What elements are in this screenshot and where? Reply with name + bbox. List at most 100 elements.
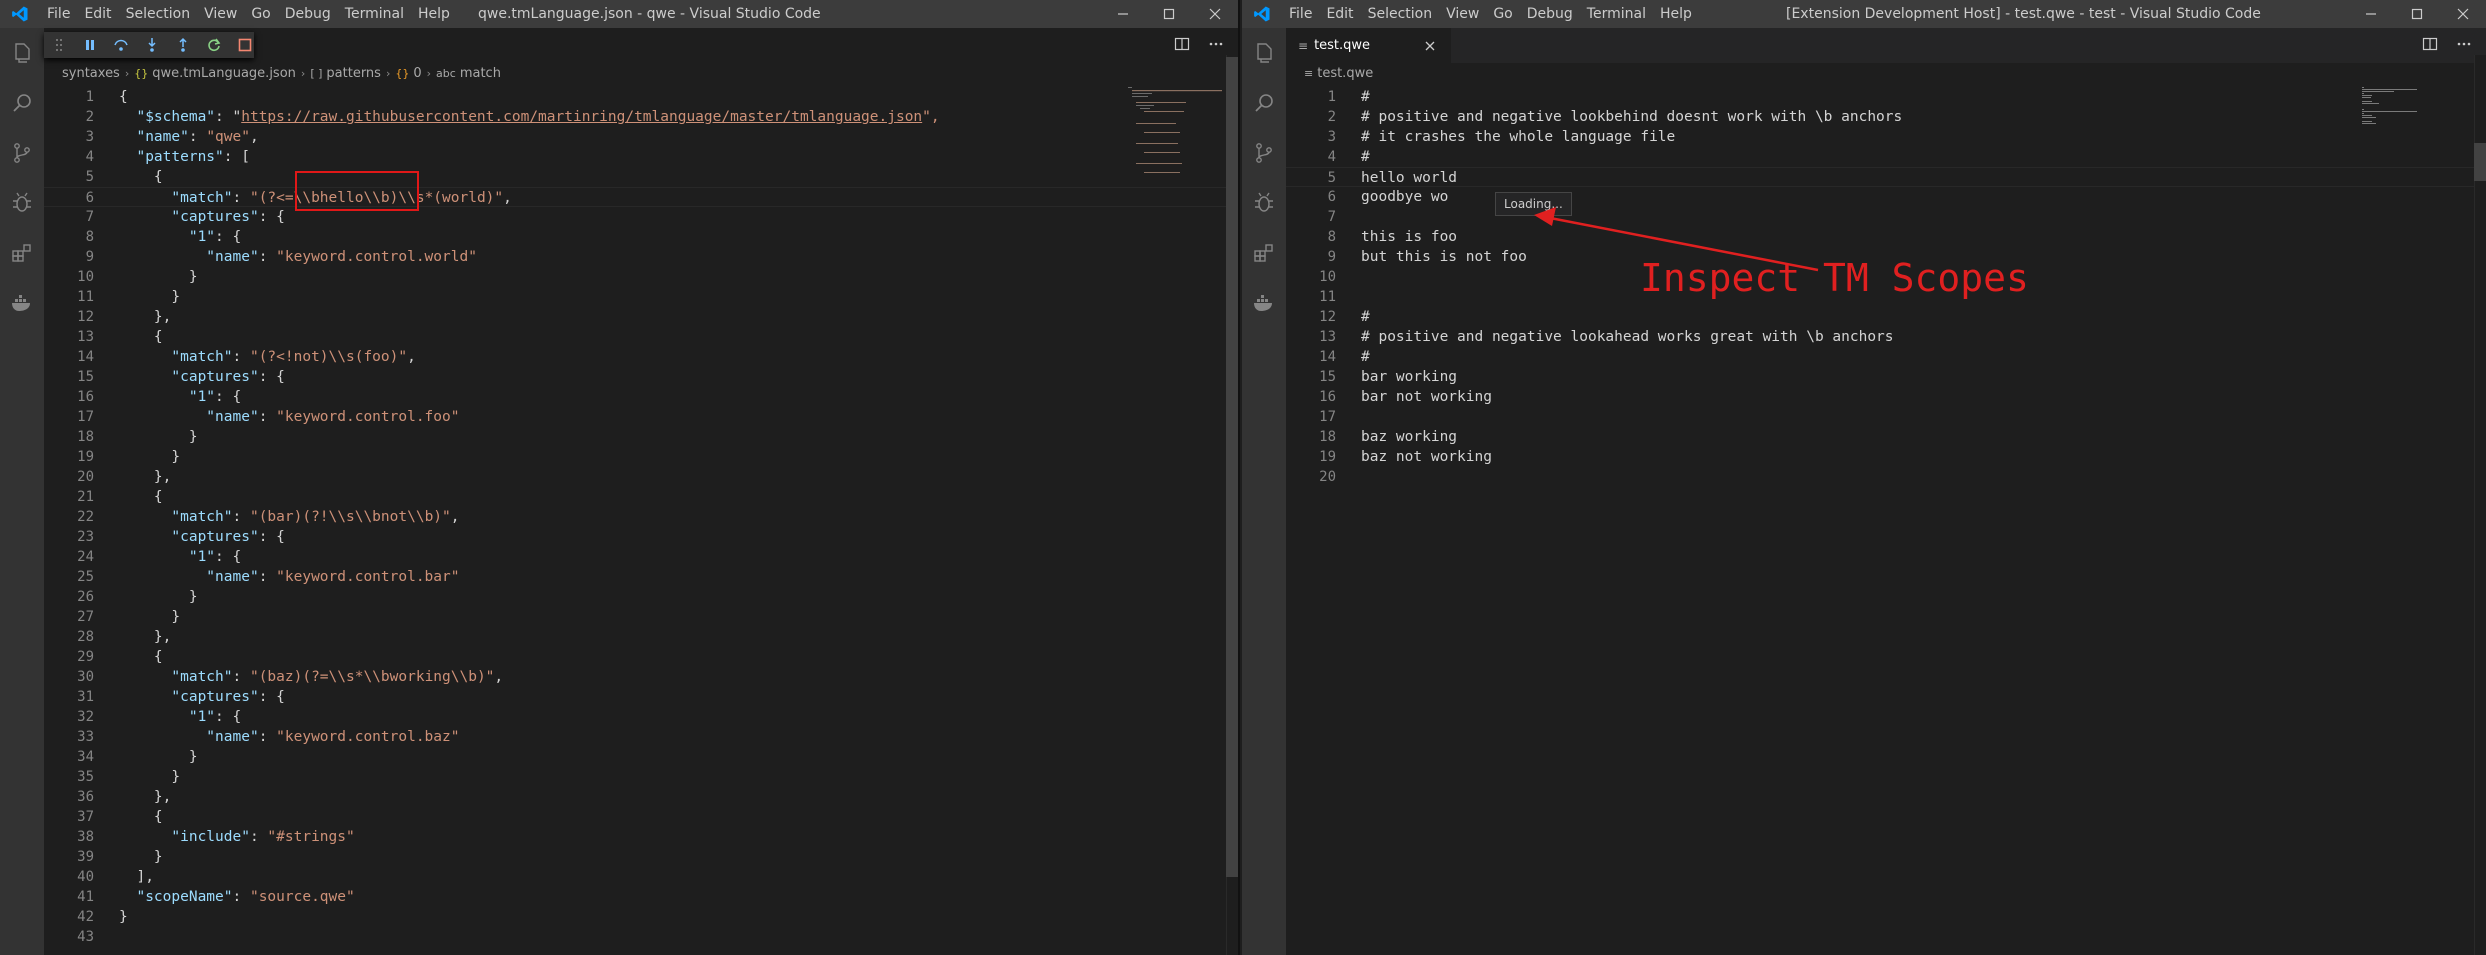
- breadcrumb-item[interactable]: qwe.tmLanguage.json: [152, 66, 296, 81]
- code-line[interactable]: 20: [1286, 467, 2486, 487]
- code-line[interactable]: 2 "$schema": "https://raw.githubusercont…: [44, 107, 1238, 127]
- minimize-icon[interactable]: [2348, 0, 2394, 28]
- menu-item-file[interactable]: File: [40, 0, 77, 28]
- menu-item-debug[interactable]: Debug: [1520, 0, 1580, 28]
- code-line[interactable]: 16 "1": {: [44, 387, 1238, 407]
- menu-item-help[interactable]: Help: [1653, 0, 1699, 28]
- close-icon[interactable]: [1192, 0, 1238, 28]
- code-line[interactable]: 19 }: [44, 447, 1238, 467]
- maximize-icon[interactable]: [2394, 0, 2440, 28]
- code-line[interactable]: 1{: [44, 87, 1238, 107]
- code-line[interactable]: 18 baz working: [1286, 427, 2486, 447]
- menu-item-terminal[interactable]: Terminal: [338, 0, 411, 28]
- code-line[interactable]: 38 "include": "#strings": [44, 827, 1238, 847]
- menu-item-edit[interactable]: Edit: [77, 0, 118, 28]
- scrollbar-thumb[interactable]: [1226, 57, 1238, 877]
- code-line[interactable]: 5 {: [44, 167, 1238, 187]
- code-line[interactable]: 22 "match": "(bar)(?!\\s\\bnot\\b)",: [44, 507, 1238, 527]
- menu-item-view[interactable]: View: [197, 0, 244, 28]
- breadcrumb-item[interactable]: 0: [413, 66, 421, 81]
- code-line[interactable]: 21 {: [44, 487, 1238, 507]
- drag-handle-icon[interactable]: [50, 35, 69, 55]
- step-out-icon[interactable]: [173, 35, 192, 55]
- code-line[interactable]: 6 "match": "(?<=\\bhello\\b)\\s*(world)"…: [44, 187, 1238, 207]
- minimap[interactable]: [1126, 85, 1226, 205]
- code-line[interactable]: 28 },: [44, 627, 1238, 647]
- extensions-icon[interactable]: [0, 228, 44, 278]
- menu-item-debug[interactable]: Debug: [278, 0, 338, 28]
- code-editor[interactable]: 1{2 "$schema": "https://raw.githubuserco…: [44, 87, 1238, 955]
- code-line[interactable]: 35 }: [44, 767, 1238, 787]
- code-line[interactable]: 20 },: [44, 467, 1238, 487]
- vertical-scrollbar[interactable]: [1226, 55, 1238, 955]
- menu-item-view[interactable]: View: [1439, 0, 1486, 28]
- menu-item-selection[interactable]: Selection: [1361, 0, 1440, 28]
- step-into-icon[interactable]: [143, 35, 162, 55]
- code-line[interactable]: 36 },: [44, 787, 1238, 807]
- code-line[interactable]: 10 }: [44, 267, 1238, 287]
- step-over-icon[interactable]: [112, 35, 131, 55]
- source-control-icon[interactable]: [0, 128, 44, 178]
- code-line[interactable]: 23 "captures": {: [44, 527, 1238, 547]
- code-line[interactable]: 42}: [44, 907, 1238, 927]
- minimize-icon[interactable]: [1100, 0, 1146, 28]
- menu-item-edit[interactable]: Edit: [1319, 0, 1360, 28]
- code-line[interactable]: 17 "name": "keyword.control.foo": [44, 407, 1238, 427]
- code-line[interactable]: 18 }: [44, 427, 1238, 447]
- code-line[interactable]: 8 "1": {: [44, 227, 1238, 247]
- code-line[interactable]: 27 }: [44, 607, 1238, 627]
- stop-icon[interactable]: [235, 35, 254, 55]
- search-icon[interactable]: [1242, 78, 1286, 128]
- menu-item-go[interactable]: Go: [244, 0, 277, 28]
- code-line[interactable]: 29 {: [44, 647, 1238, 667]
- code-line[interactable]: 41 "scopeName": "source.qwe": [44, 887, 1238, 907]
- code-line[interactable]: 24 "1": {: [44, 547, 1238, 567]
- scrollbar-thumb[interactable]: [2474, 143, 2486, 181]
- menu-item-selection[interactable]: Selection: [119, 0, 198, 28]
- restart-icon[interactable]: [204, 35, 223, 55]
- debug-icon[interactable]: [0, 178, 44, 228]
- breadcrumb-item[interactable]: syntaxes: [62, 66, 120, 81]
- code-line[interactable]: 40 ],: [44, 867, 1238, 887]
- close-icon[interactable]: [2440, 0, 2486, 28]
- code-line[interactable]: 15 "captures": {: [44, 367, 1238, 387]
- code-line[interactable]: 9 "name": "keyword.control.world": [44, 247, 1238, 267]
- code-line[interactable]: 14 "match": "(?<!not)\\s(foo)",: [44, 347, 1238, 367]
- explorer-icon[interactable]: [0, 28, 44, 78]
- code-line[interactable]: 37 {: [44, 807, 1238, 827]
- code-line[interactable]: 33 "name": "keyword.control.baz": [44, 727, 1238, 747]
- menu-item-help[interactable]: Help: [411, 0, 457, 28]
- pause-icon[interactable]: [81, 35, 100, 55]
- code-line[interactable]: 30 "match": "(baz)(?=\\s*\\bworking\\b)"…: [44, 667, 1238, 687]
- split-editor-icon[interactable]: [1174, 36, 1190, 56]
- code-line[interactable]: 4 "patterns": [: [44, 147, 1238, 167]
- extensions-icon[interactable]: [1242, 228, 1286, 278]
- debug-icon[interactable]: [1242, 178, 1286, 228]
- code-line[interactable]: 32 "1": {: [44, 707, 1238, 727]
- explorer-icon[interactable]: [1242, 28, 1286, 78]
- code-line[interactable]: 39 }: [44, 847, 1238, 867]
- menu-item-go[interactable]: Go: [1486, 0, 1519, 28]
- code-line[interactable]: 13 {: [44, 327, 1238, 347]
- code-line[interactable]: 34 }: [44, 747, 1238, 767]
- code-line[interactable]: 31 "captures": {: [44, 687, 1238, 707]
- code-line[interactable]: 12 },: [44, 307, 1238, 327]
- code-line[interactable]: 11 }: [44, 287, 1238, 307]
- breadcrumb-item[interactable]: patterns: [326, 66, 381, 81]
- code-line[interactable]: 7 "captures": {: [44, 207, 1238, 227]
- code-line[interactable]: 19 baz not working: [1286, 447, 2486, 467]
- code-line[interactable]: 3 "name": "qwe",: [44, 127, 1238, 147]
- code-line[interactable]: 43: [44, 927, 1238, 947]
- docker-icon[interactable]: [1242, 278, 1286, 328]
- menu-item-terminal[interactable]: Terminal: [1580, 0, 1653, 28]
- menu-item-file[interactable]: File: [1282, 0, 1319, 28]
- maximize-icon[interactable]: [1146, 0, 1192, 28]
- code-line[interactable]: 25 "name": "keyword.control.bar": [44, 567, 1238, 587]
- code-line[interactable]: 26 }: [44, 587, 1238, 607]
- docker-icon[interactable]: [0, 278, 44, 328]
- breadcrumb-item[interactable]: match: [460, 66, 501, 81]
- search-icon[interactable]: [0, 78, 44, 128]
- vertical-scrollbar[interactable]: [2474, 55, 2486, 955]
- more-actions-icon[interactable]: [1208, 36, 1224, 56]
- source-control-icon[interactable]: [1242, 128, 1286, 178]
